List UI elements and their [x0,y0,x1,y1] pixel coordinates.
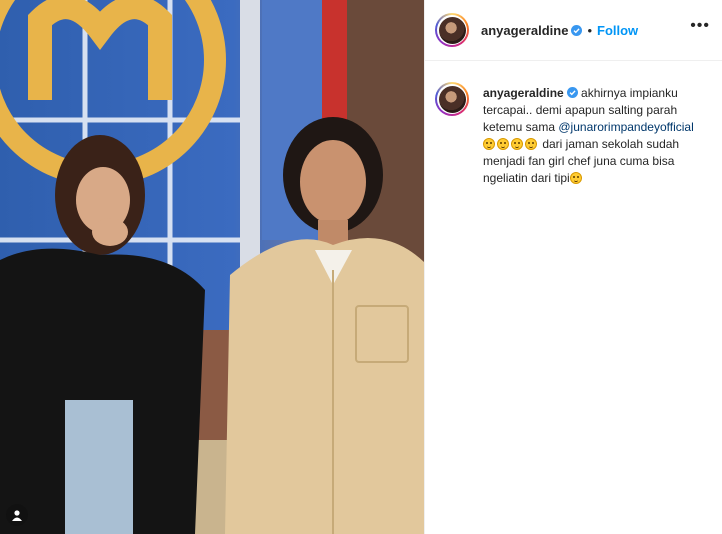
avatar[interactable] [435,13,469,47]
person-icon [12,510,22,521]
caption-text: anyageraldine akhirnya impianku tercapai… [483,85,710,187]
instagram-post: anyageraldine • Follow ••• anyageraldine… [0,0,722,534]
post-header: anyageraldine • Follow ••• [425,0,722,61]
smile-emoji-icon [525,138,537,150]
mention-link[interactable]: @junarorimpandeyofficial [558,120,693,134]
follow-button[interactable]: Follow [597,23,638,38]
photo-scene [0,0,424,534]
smile-emoji-icon [511,138,523,150]
avatar-image [438,85,466,113]
smile-emoji-icon [483,138,495,150]
caption-avatar[interactable] [435,82,469,116]
more-options-icon[interactable]: ••• [690,18,710,34]
header-username[interactable]: anyageraldine [481,23,568,38]
avatar-image [438,16,466,44]
caption-username[interactable]: anyageraldine [483,86,564,100]
separator-dot: • [587,22,592,38]
verified-badge-icon [566,87,578,98]
post-sidebar: anyageraldine • Follow ••• anyageraldine… [424,0,722,534]
tagged-user-icon[interactable] [6,504,28,526]
smile-emoji-icon [569,172,582,184]
smile-emoji-icon [497,138,509,150]
post-photo[interactable] [0,0,424,534]
caption-comment: anyageraldine akhirnya impianku tercapai… [435,82,710,187]
verified-badge-icon [571,24,583,36]
